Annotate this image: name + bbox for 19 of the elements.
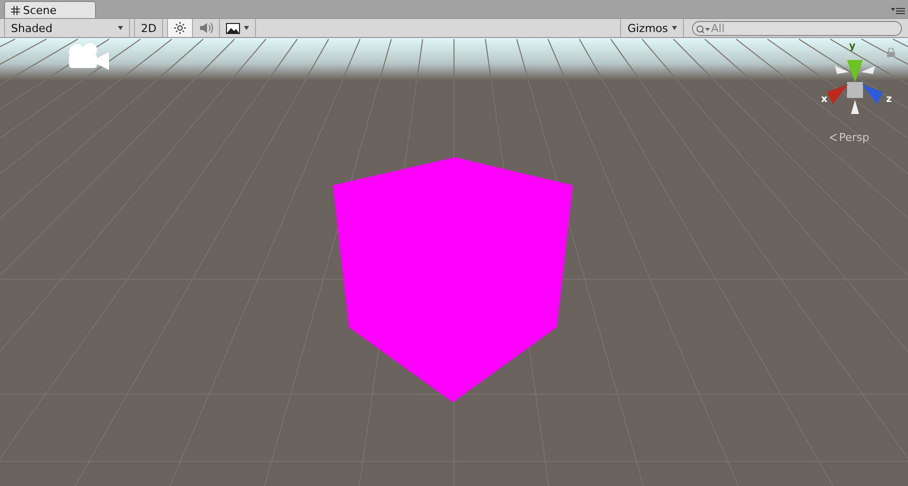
camera-icon bbox=[67, 42, 111, 72]
chevron-left-icon bbox=[830, 134, 837, 141]
shading-dropdown[interactable]: Shaded bbox=[4, 19, 130, 37]
caret-icon bbox=[672, 26, 677, 30]
axis-label: y bbox=[849, 41, 856, 52]
scene-tab[interactable]: Scene bbox=[4, 1, 96, 18]
search-field[interactable]: All bbox=[692, 21, 902, 36]
grid-icon bbox=[11, 6, 20, 14]
sun-icon[interactable] bbox=[167, 19, 194, 37]
projection-label[interactable]: Persp bbox=[830, 131, 870, 144]
menu-icon[interactable] bbox=[891, 7, 905, 15]
image-icon bbox=[226, 22, 240, 34]
2d-toggle[interactable]: 2D bbox=[134, 19, 164, 37]
caret-icon bbox=[244, 26, 250, 30]
caret-icon bbox=[118, 26, 123, 30]
axis-label: x bbox=[821, 94, 828, 105]
gizmos-dropdown[interactable]: Gizmos bbox=[621, 19, 684, 37]
search-icon bbox=[696, 25, 710, 34]
axis-label: z bbox=[886, 94, 892, 105]
